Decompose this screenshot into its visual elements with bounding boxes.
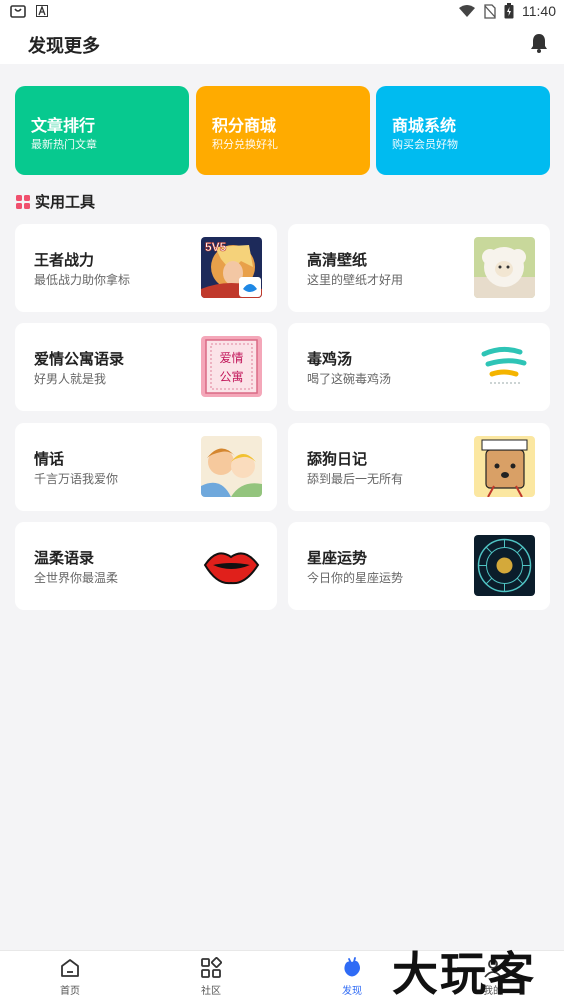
red-lips-thumbnail bbox=[201, 535, 262, 596]
home-icon bbox=[61, 959, 79, 977]
card-title: 积分商城 bbox=[212, 116, 277, 135]
tool-subtitle: 好男人就是我 bbox=[34, 372, 107, 386]
card-subtitle: 购买会员好物 bbox=[392, 138, 458, 151]
tools-grid-icon bbox=[16, 194, 30, 209]
status-bar: 11:40 bbox=[0, 0, 564, 24]
grid-icon bbox=[201, 957, 222, 978]
no-sim-icon bbox=[484, 3, 496, 19]
card-title: 商城系统 bbox=[392, 116, 457, 135]
tool-title: 温柔语录 bbox=[34, 549, 95, 567]
tool-subtitle: 舔到最后一无所有 bbox=[307, 472, 404, 486]
tool-subtitle: 千言万语我爱你 bbox=[34, 472, 119, 486]
page-title: 发现更多 bbox=[28, 36, 100, 57]
tool-love-words[interactable]: 情话 千言万语我爱你 bbox=[15, 423, 277, 511]
thumb-text-top: 爱情 bbox=[219, 351, 243, 365]
thumb-text-bottom: 公寓 bbox=[219, 369, 243, 384]
card-subtitle: 最新热门文章 bbox=[31, 138, 97, 151]
thumb-badge: 5V5 bbox=[205, 240, 227, 254]
couple-illustration-thumbnail bbox=[201, 436, 262, 497]
font-a-icon bbox=[36, 5, 48, 17]
tool-ipartment-quotes[interactable]: 爱情公寓语录 好男人就是我 爱情 公寓 bbox=[15, 323, 277, 411]
tool-subtitle: 最低战力助你拿标 bbox=[34, 273, 131, 287]
game-hero-thumbnail: 5V5 bbox=[201, 237, 262, 298]
watermark: 大玩客 bbox=[392, 947, 536, 1001]
status-time: 11:40 bbox=[522, 3, 556, 19]
tool-title: 毒鸡汤 bbox=[307, 350, 353, 368]
tool-subtitle: 这里的壁纸才好用 bbox=[307, 273, 404, 287]
tool-king-power[interactable]: 王者战力 最低战力助你拿标 5V5 bbox=[15, 224, 277, 312]
plush-sheep-thumbnail bbox=[474, 237, 535, 298]
tool-title: 王者战力 bbox=[34, 251, 95, 269]
tool-title: 舔狗日记 bbox=[307, 450, 368, 468]
card-subtitle: 积分兑换好礼 bbox=[212, 138, 278, 151]
ipartment-thumbnail: 爱情 公寓 bbox=[201, 336, 262, 397]
top-header: 发现更多 bbox=[0, 24, 564, 64]
tool-horoscope[interactable]: 星座运势 今日你的星座运势 bbox=[288, 522, 550, 610]
dog-thumbnail bbox=[474, 436, 535, 497]
tool-subtitle: 今日你的星座运势 bbox=[307, 571, 404, 585]
section-title: 实用工具 bbox=[35, 193, 96, 211]
nav-label: 首页 bbox=[60, 986, 80, 997]
tool-title: 星座运势 bbox=[307, 549, 368, 567]
battery-charging-icon bbox=[504, 3, 514, 19]
tool-subtitle: 喝了这碗毒鸡汤 bbox=[307, 372, 392, 386]
tool-poison-soup[interactable]: 毒鸡汤 喝了这碗毒鸡汤 bbox=[288, 323, 550, 411]
nav-discover[interactable]: 发现 bbox=[322, 957, 382, 997]
nav-community[interactable]: 社区 bbox=[181, 957, 241, 997]
tool-title: 情话 bbox=[34, 450, 65, 468]
tool-title: 高清壁纸 bbox=[307, 251, 368, 269]
card-points-mall[interactable]: 积分商城 积分兑换好礼 bbox=[196, 86, 370, 175]
soup-logo-thumbnail bbox=[474, 336, 535, 397]
card-shop-system[interactable]: 商城系统 购买会员好物 bbox=[376, 86, 550, 175]
tool-hd-wallpaper[interactable]: 高清壁纸 这里的壁纸才好用 bbox=[288, 224, 550, 312]
wifi-icon bbox=[459, 5, 475, 17]
card-title: 文章排行 bbox=[31, 116, 96, 135]
tool-simp-diary[interactable]: 舔狗日记 舔到最后一无所有 bbox=[288, 423, 550, 511]
nav-home[interactable]: 首页 bbox=[40, 957, 100, 997]
nav-label: 社区 bbox=[201, 986, 221, 997]
discover-icon bbox=[344, 957, 360, 977]
section-header: 实用工具 bbox=[16, 191, 95, 212]
shopping-bag-icon bbox=[10, 5, 26, 18]
tool-subtitle: 全世界你最温柔 bbox=[34, 571, 119, 585]
bell-icon[interactable] bbox=[528, 32, 550, 54]
nav-label: 发现 bbox=[342, 986, 362, 997]
card-article-ranking[interactable]: 文章排行 最新热门文章 bbox=[15, 86, 189, 175]
tool-title: 爱情公寓语录 bbox=[34, 350, 125, 368]
tool-gentle-quotes[interactable]: 温柔语录 全世界你最温柔 bbox=[15, 522, 277, 610]
zodiac-wheel-thumbnail bbox=[474, 535, 535, 596]
